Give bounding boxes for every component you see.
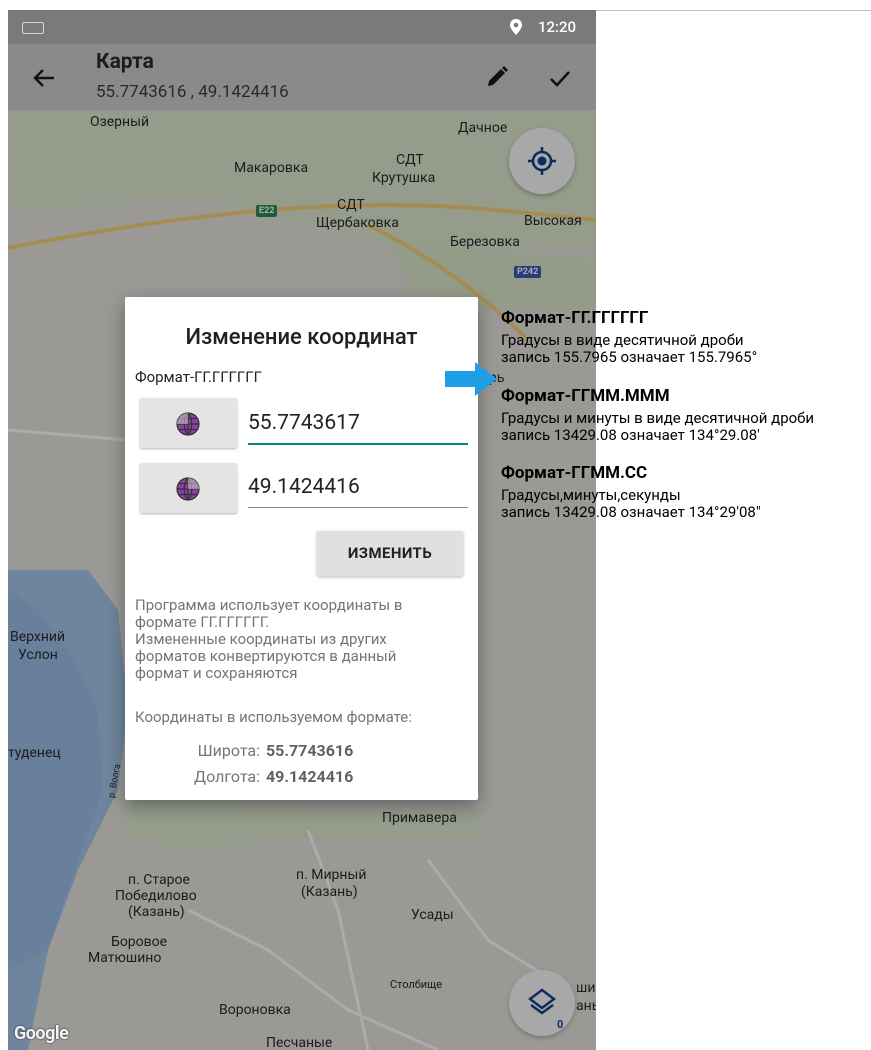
status-time: 12:20 — [538, 18, 577, 36]
change-coordinates-dialog: Изменение координат Формат-ГГ.ГГГГГГ ИЗМ… — [125, 297, 478, 800]
format-description: Формат-ГГ.ГГГГГГ Градусы в виде десятичн… — [501, 308, 757, 366]
page-title: Карта — [96, 50, 154, 74]
format-description: Формат-ГГММ.СС Градусы,минуты,секунды за… — [501, 463, 761, 521]
format-line: Градусы в виде десятичной дроби — [501, 331, 744, 349]
crosshair-icon — [528, 147, 556, 175]
format-title: Формат-ГГ.ГГГГГГ — [501, 308, 649, 328]
my-location-button[interactable] — [509, 128, 575, 194]
format-line: запись 13429.08 означает 134°29'08" — [501, 503, 761, 521]
keyboard-icon — [22, 22, 44, 34]
latitude-input[interactable] — [248, 403, 468, 445]
info-line: форматов конвертируются в данный — [135, 647, 397, 665]
google-logo: Google — [14, 1023, 69, 1044]
format-title: Формат-ГГММ.МММ — [501, 386, 670, 406]
longitude-value: 49.1424416 — [266, 767, 354, 786]
format-line: запись 155.7965 означает 155.7965° — [501, 348, 758, 366]
location-pin-icon — [510, 19, 522, 35]
check-icon[interactable] — [546, 64, 574, 92]
format-line: Градусы,минуты,секунды — [501, 486, 681, 504]
format-line: Градусы и минуты в виде десятичной дроби — [501, 409, 815, 427]
back-arrow-icon[interactable] — [30, 64, 58, 92]
pencil-icon[interactable] — [484, 64, 510, 90]
format-line: запись 13429.08 означает 134°29.08' — [501, 426, 760, 444]
layers-button[interactable] — [509, 970, 575, 1036]
longitude-input[interactable] — [248, 467, 468, 508]
longitude-globe-button[interactable] — [140, 463, 237, 513]
info-line: Измененные координаты из других — [135, 630, 387, 648]
top-divider — [596, 10, 871, 11]
info-line: формат и сохраняются — [135, 664, 298, 682]
info-line: формате ГГ.ГГГГГГ. — [135, 613, 270, 631]
globe-icon — [176, 412, 200, 436]
dialog-title: Изменение координат — [185, 325, 418, 350]
longitude-label: Долгота: — [194, 767, 260, 786]
latitude-label: Широта: — [197, 741, 260, 760]
format-dropdown[interactable]: Формат-ГГ.ГГГГГГ — [135, 365, 465, 391]
layers-badge: 0 — [557, 1018, 564, 1031]
globe-icon — [176, 477, 200, 501]
callout-arrow-icon — [445, 362, 497, 396]
format-selected-value: Формат-ГГ.ГГГГГГ — [135, 368, 262, 386]
status-bar: 12:20 — [8, 10, 596, 44]
dialog-info-text: Программа использует координаты в формат… — [135, 597, 470, 682]
layers-icon — [528, 988, 556, 1015]
info-line: Программа использует координаты в — [135, 596, 403, 614]
used-format-label: Координаты в используемом формате: — [135, 708, 412, 726]
latitude-globe-button[interactable] — [140, 398, 237, 448]
app-bar: Карта 55.7743616 , 49.1424416 — [8, 44, 596, 110]
change-button[interactable]: ИЗМЕНИТЬ — [317, 531, 463, 576]
page-subtitle: 55.7743616 , 49.1424416 — [96, 82, 289, 102]
format-title: Формат-ГГММ.СС — [501, 463, 648, 483]
format-description: Формат-ГГММ.МММ Градусы и минуты в виде … — [501, 386, 814, 444]
latitude-value: 55.7743616 — [266, 741, 354, 760]
